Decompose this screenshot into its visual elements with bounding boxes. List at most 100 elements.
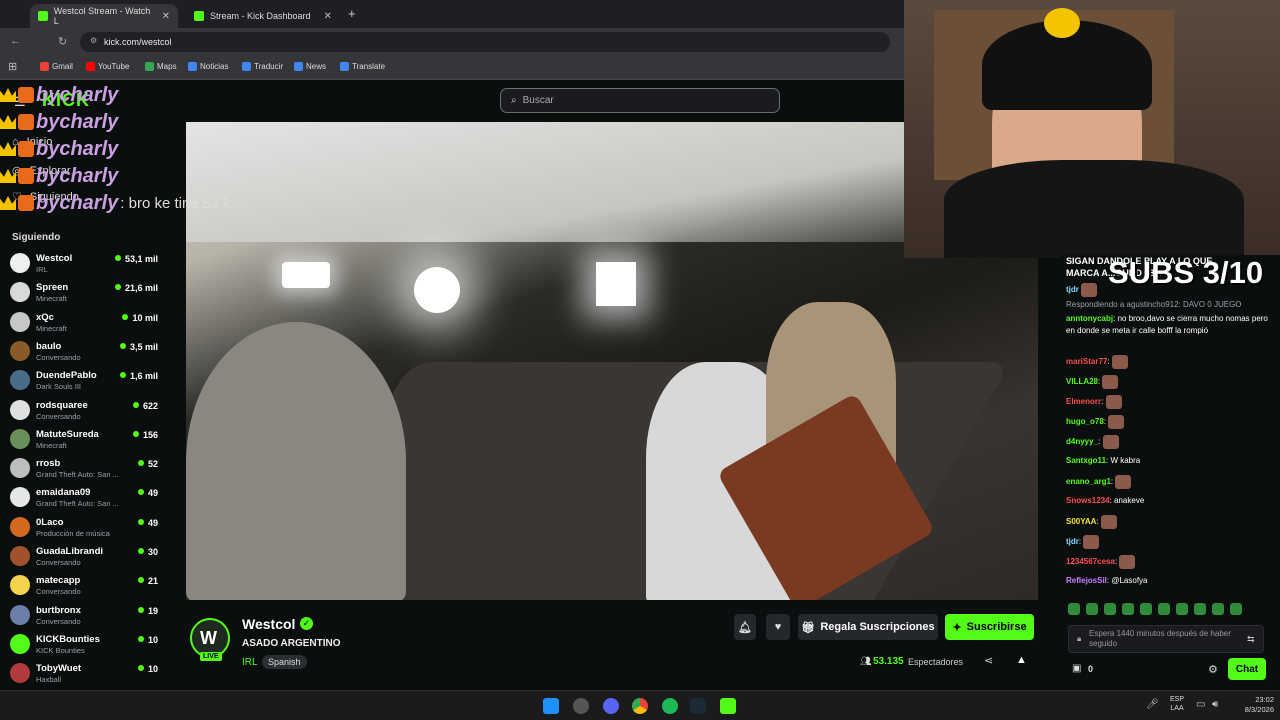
- kick-favicon-icon: [194, 11, 204, 21]
- kick-icon[interactable]: [720, 698, 736, 714]
- chat-send-button[interactable]: Chat: [1228, 658, 1266, 680]
- steam-icon[interactable]: [690, 698, 706, 714]
- channel-name: 0Laco: [36, 516, 64, 528]
- sidebar-item-duendepablo[interactable]: DuendePablo Dark Souls III 1,6 mil: [10, 367, 160, 396]
- report-icon[interactable]: ▲: [1016, 654, 1027, 666]
- points-icon[interactable]: ▣: [1072, 663, 1081, 674]
- url-field[interactable]: ⚙ kick.com/westcol: [80, 32, 890, 52]
- bookmark-news[interactable]: News: [294, 62, 326, 71]
- sidebar-item-kickbounties[interactable]: KICKBounties KICK Bounties 10: [10, 631, 160, 660]
- bookmark-noticias[interactable]: Noticias: [188, 62, 228, 71]
- search-placeholder: Buscar: [522, 95, 554, 106]
- sidebar-item-tobywuet[interactable]: TobyWuet Haxball 10: [10, 660, 160, 689]
- sidebar-item-rrosb[interactable]: rrosb Grand Theft Auto: San ... 52: [10, 455, 160, 484]
- chat-message: mariStar77:: [1066, 355, 1274, 369]
- chat-username[interactable]: Snows1234: [1066, 496, 1110, 505]
- maps-icon: [145, 62, 154, 71]
- chat-username[interactable]: tjdr: [1066, 285, 1079, 294]
- sidebar-item-westcol[interactable]: Westcol IRL 53,1 mil: [10, 250, 160, 279]
- chat-username[interactable]: mariStar77: [1066, 357, 1107, 366]
- sidebar-item-guadalibrandi[interactable]: GuadaLibrandi Conversando 30: [10, 543, 160, 572]
- tab-kick-dashboard[interactable]: Stream - Kick Dashboard ✕: [186, 4, 340, 28]
- emote-icon[interactable]: [1104, 603, 1116, 615]
- clock[interactable]: 23:02 8/3/2026: [1234, 695, 1274, 715]
- language-tag[interactable]: Spanish: [262, 655, 307, 669]
- sidebar-item-burtbronx[interactable]: burtbronx Conversando 19: [10, 602, 160, 631]
- bookmark-translate[interactable]: Translate: [340, 62, 385, 71]
- back-icon[interactable]: ←: [10, 35, 21, 47]
- volume-icon[interactable]: 🔊︎: [1212, 699, 1218, 710]
- sidebar-item-rodsquaree[interactable]: rodsquaree Conversando 622: [10, 397, 160, 426]
- chat-username[interactable]: enano_arg1: [1066, 477, 1111, 486]
- gift-subs-button[interactable]: 🎁︎ Regala Suscripciones: [798, 614, 938, 640]
- bookmark-maps[interactable]: Maps: [145, 62, 177, 71]
- beanie-pompom: [1044, 8, 1080, 38]
- sidebar-item-emaidana09[interactable]: emaidana09 Grand Theft Auto: San ... 49: [10, 484, 160, 513]
- chrome-icon[interactable]: [632, 698, 648, 714]
- search-input[interactable]: ⌕ Buscar: [500, 88, 780, 113]
- chat-username[interactable]: anntonycabj: [1066, 314, 1113, 323]
- chat-username[interactable]: S00YAA: [1066, 517, 1096, 526]
- emote-icon[interactable]: [1230, 603, 1242, 615]
- emoji-icon[interactable]: ⇆: [1247, 634, 1255, 645]
- sidebar-item-baulo[interactable]: baulo Conversando 3,5 mil: [10, 338, 160, 367]
- settings-gear-icon[interactable]: ⚙: [1208, 663, 1218, 676]
- channel-category: Conversando: [36, 411, 81, 421]
- emote-icon[interactable]: [1140, 603, 1152, 615]
- close-icon[interactable]: ✕: [324, 11, 332, 22]
- new-tab-button[interactable]: +: [348, 6, 356, 21]
- subscribe-button[interactable]: ✦ Suscribirse: [945, 614, 1034, 640]
- channel-category: Haxball: [36, 675, 62, 685]
- chat-username[interactable]: d4nyyy_: [1066, 437, 1098, 446]
- chat-message: d4nyyy_:: [1066, 435, 1274, 449]
- bookmark-traducir[interactable]: Traducir: [242, 62, 283, 71]
- sub-badge-icon: [18, 87, 34, 103]
- sidebar-item-xqc[interactable]: xQc Minecraft 10 mil: [10, 309, 160, 338]
- channel-category: Minecraft: [36, 323, 67, 333]
- person: [186, 322, 406, 600]
- emote-icon[interactable]: [1086, 603, 1098, 615]
- chat-message: Elmenorr:: [1066, 395, 1274, 409]
- chat-username[interactable]: hugo_o78: [1066, 417, 1104, 426]
- emote-icon[interactable]: [1194, 603, 1206, 615]
- chat-username[interactable]: ReflejosSil: [1066, 576, 1107, 585]
- chat-input[interactable]: 🔒︎ Espera 1440 minutos después de haber …: [1068, 625, 1264, 653]
- channel-category: Conversando: [36, 587, 81, 597]
- start-windows-icon[interactable]: [543, 698, 559, 714]
- network-icon[interactable]: ▭: [1196, 699, 1205, 710]
- app-icon[interactable]: [573, 698, 589, 714]
- tab-westcol[interactable]: Westcol Stream - Watch L ✕: [30, 4, 178, 28]
- emote-icon[interactable]: [1176, 603, 1188, 615]
- notifications-button[interactable]: 🔔︎: [734, 614, 756, 640]
- emote-icon[interactable]: [1158, 603, 1170, 615]
- channel-name: Westcol: [36, 253, 73, 264]
- follow-button[interactable]: ♥: [766, 614, 790, 640]
- emote-icon[interactable]: [1068, 603, 1080, 615]
- site-info-icon[interactable]: ⚙: [90, 36, 97, 45]
- emote-icon[interactable]: [1212, 603, 1224, 615]
- chat-username[interactable]: Santxgo11: [1066, 456, 1106, 465]
- microphone-icon[interactable]: 🎤︎: [1146, 699, 1159, 710]
- share-icon[interactable]: ⋖: [984, 654, 993, 667]
- channel-name[interactable]: Westcol: [242, 616, 295, 632]
- chat-username[interactable]: VILLA28: [1066, 377, 1098, 386]
- discord-icon[interactable]: [603, 698, 619, 714]
- reload-icon[interactable]: ↻: [58, 35, 67, 48]
- close-icon[interactable]: ✕: [162, 11, 170, 22]
- category-link[interactable]: IRL: [242, 657, 258, 668]
- spotify-icon[interactable]: [662, 698, 678, 714]
- bookmark-gmail[interactable]: Gmail: [40, 62, 73, 71]
- sidebar-item-matutesureda[interactable]: MatuteSureda Minecraft 156: [10, 426, 160, 455]
- emote-icon[interactable]: [1122, 603, 1134, 615]
- sidebar-item-0laco[interactable]: 0Laco Producción de música 49: [10, 514, 160, 543]
- language-indicator[interactable]: ESP LAA: [1170, 695, 1184, 713]
- bookmark-youtube[interactable]: YouTube: [86, 62, 129, 71]
- chat-message: Snows1234: anakeve: [1066, 495, 1274, 507]
- apps-grid-icon[interactable]: ⊞: [8, 60, 17, 73]
- chat-username[interactable]: 1234567cesa: [1066, 557, 1115, 566]
- bookmark-label: Translate: [352, 62, 386, 71]
- sidebar-item-spreen[interactable]: Spreen Minecraft 21,6 mil: [10, 279, 160, 308]
- sidebar-item-matecapp[interactable]: matecapp Conversando 21: [10, 572, 160, 601]
- chat-username[interactable]: tjdr: [1066, 537, 1079, 546]
- chat-username[interactable]: Elmenorr: [1066, 397, 1101, 406]
